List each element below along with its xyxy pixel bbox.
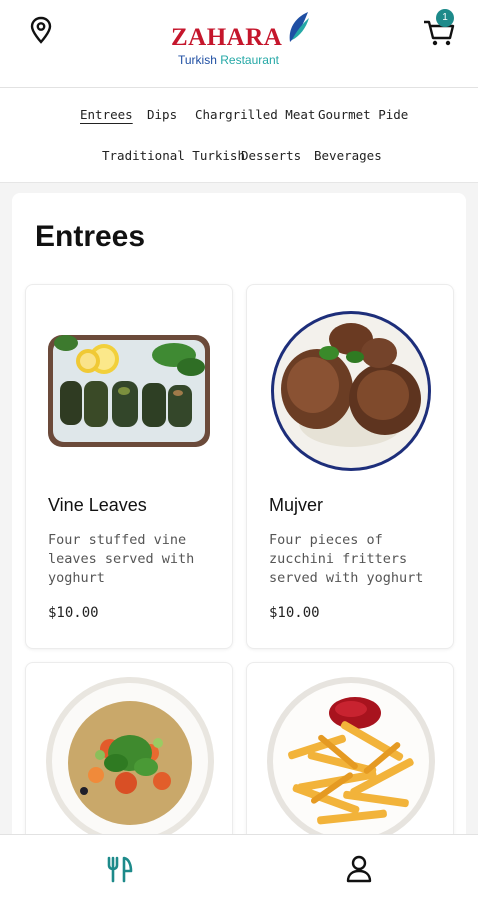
salad-bowl-image [46,677,214,845]
fries-bowl-image [267,677,435,845]
user-icon[interactable] [346,855,372,883]
brand-name: ZAHARA [171,24,283,51]
brand-subtitle: Turkish Restaurant [178,53,279,67]
tulip-leaf-icon [289,12,309,42]
item-name: Mujver [269,495,324,515]
item-name: Vine Leaves [48,495,147,515]
category-tab-desserts[interactable]: Desserts [241,148,301,163]
bottom-nav [0,834,478,900]
category-tab-entrees[interactable]: Entrees [80,107,133,122]
vine-leaves-image [48,335,210,447]
category-tab-beverages[interactable]: Beverages [314,148,382,163]
category-tab-traditional-turkish[interactable]: Traditional Turkish [102,148,245,163]
cart-count-badge: 1 [436,9,454,27]
item-price: $10.00 [269,605,320,621]
brand-logo[interactable]: ZAHARA Turkish Restaurant [168,10,318,72]
location-pin-icon[interactable] [28,16,54,44]
category-tab-gourmet-pide[interactable]: Gourmet Pide [318,107,408,122]
menu-item-card[interactable]: Vine Leaves Four stuffed vine leaves ser… [25,284,233,649]
category-nav: Entrees Dips Chargrilled Meat Gourmet Pi… [0,88,478,183]
item-description: Four stuffed vine leaves served with yog… [48,532,195,586]
menu-item-card[interactable]: Mujver Four pieces of zucchini fritters … [246,284,454,649]
section-title: Entrees [35,220,146,253]
menu-item-card[interactable] [25,662,233,862]
app-header: ZAHARA Turkish Restaurant 1 [0,0,478,88]
item-price: $10.00 [48,605,99,621]
item-description: Four pieces of zucchini fritters served … [269,532,424,586]
zucchini-fritters-image [271,311,431,471]
fork-knife-icon[interactable] [104,855,136,883]
category-tab-dips[interactable]: Dips [147,107,177,122]
menu-item-card[interactable] [246,662,454,862]
category-tab-chargrilled-meat[interactable]: Chargrilled Meat [195,107,315,122]
